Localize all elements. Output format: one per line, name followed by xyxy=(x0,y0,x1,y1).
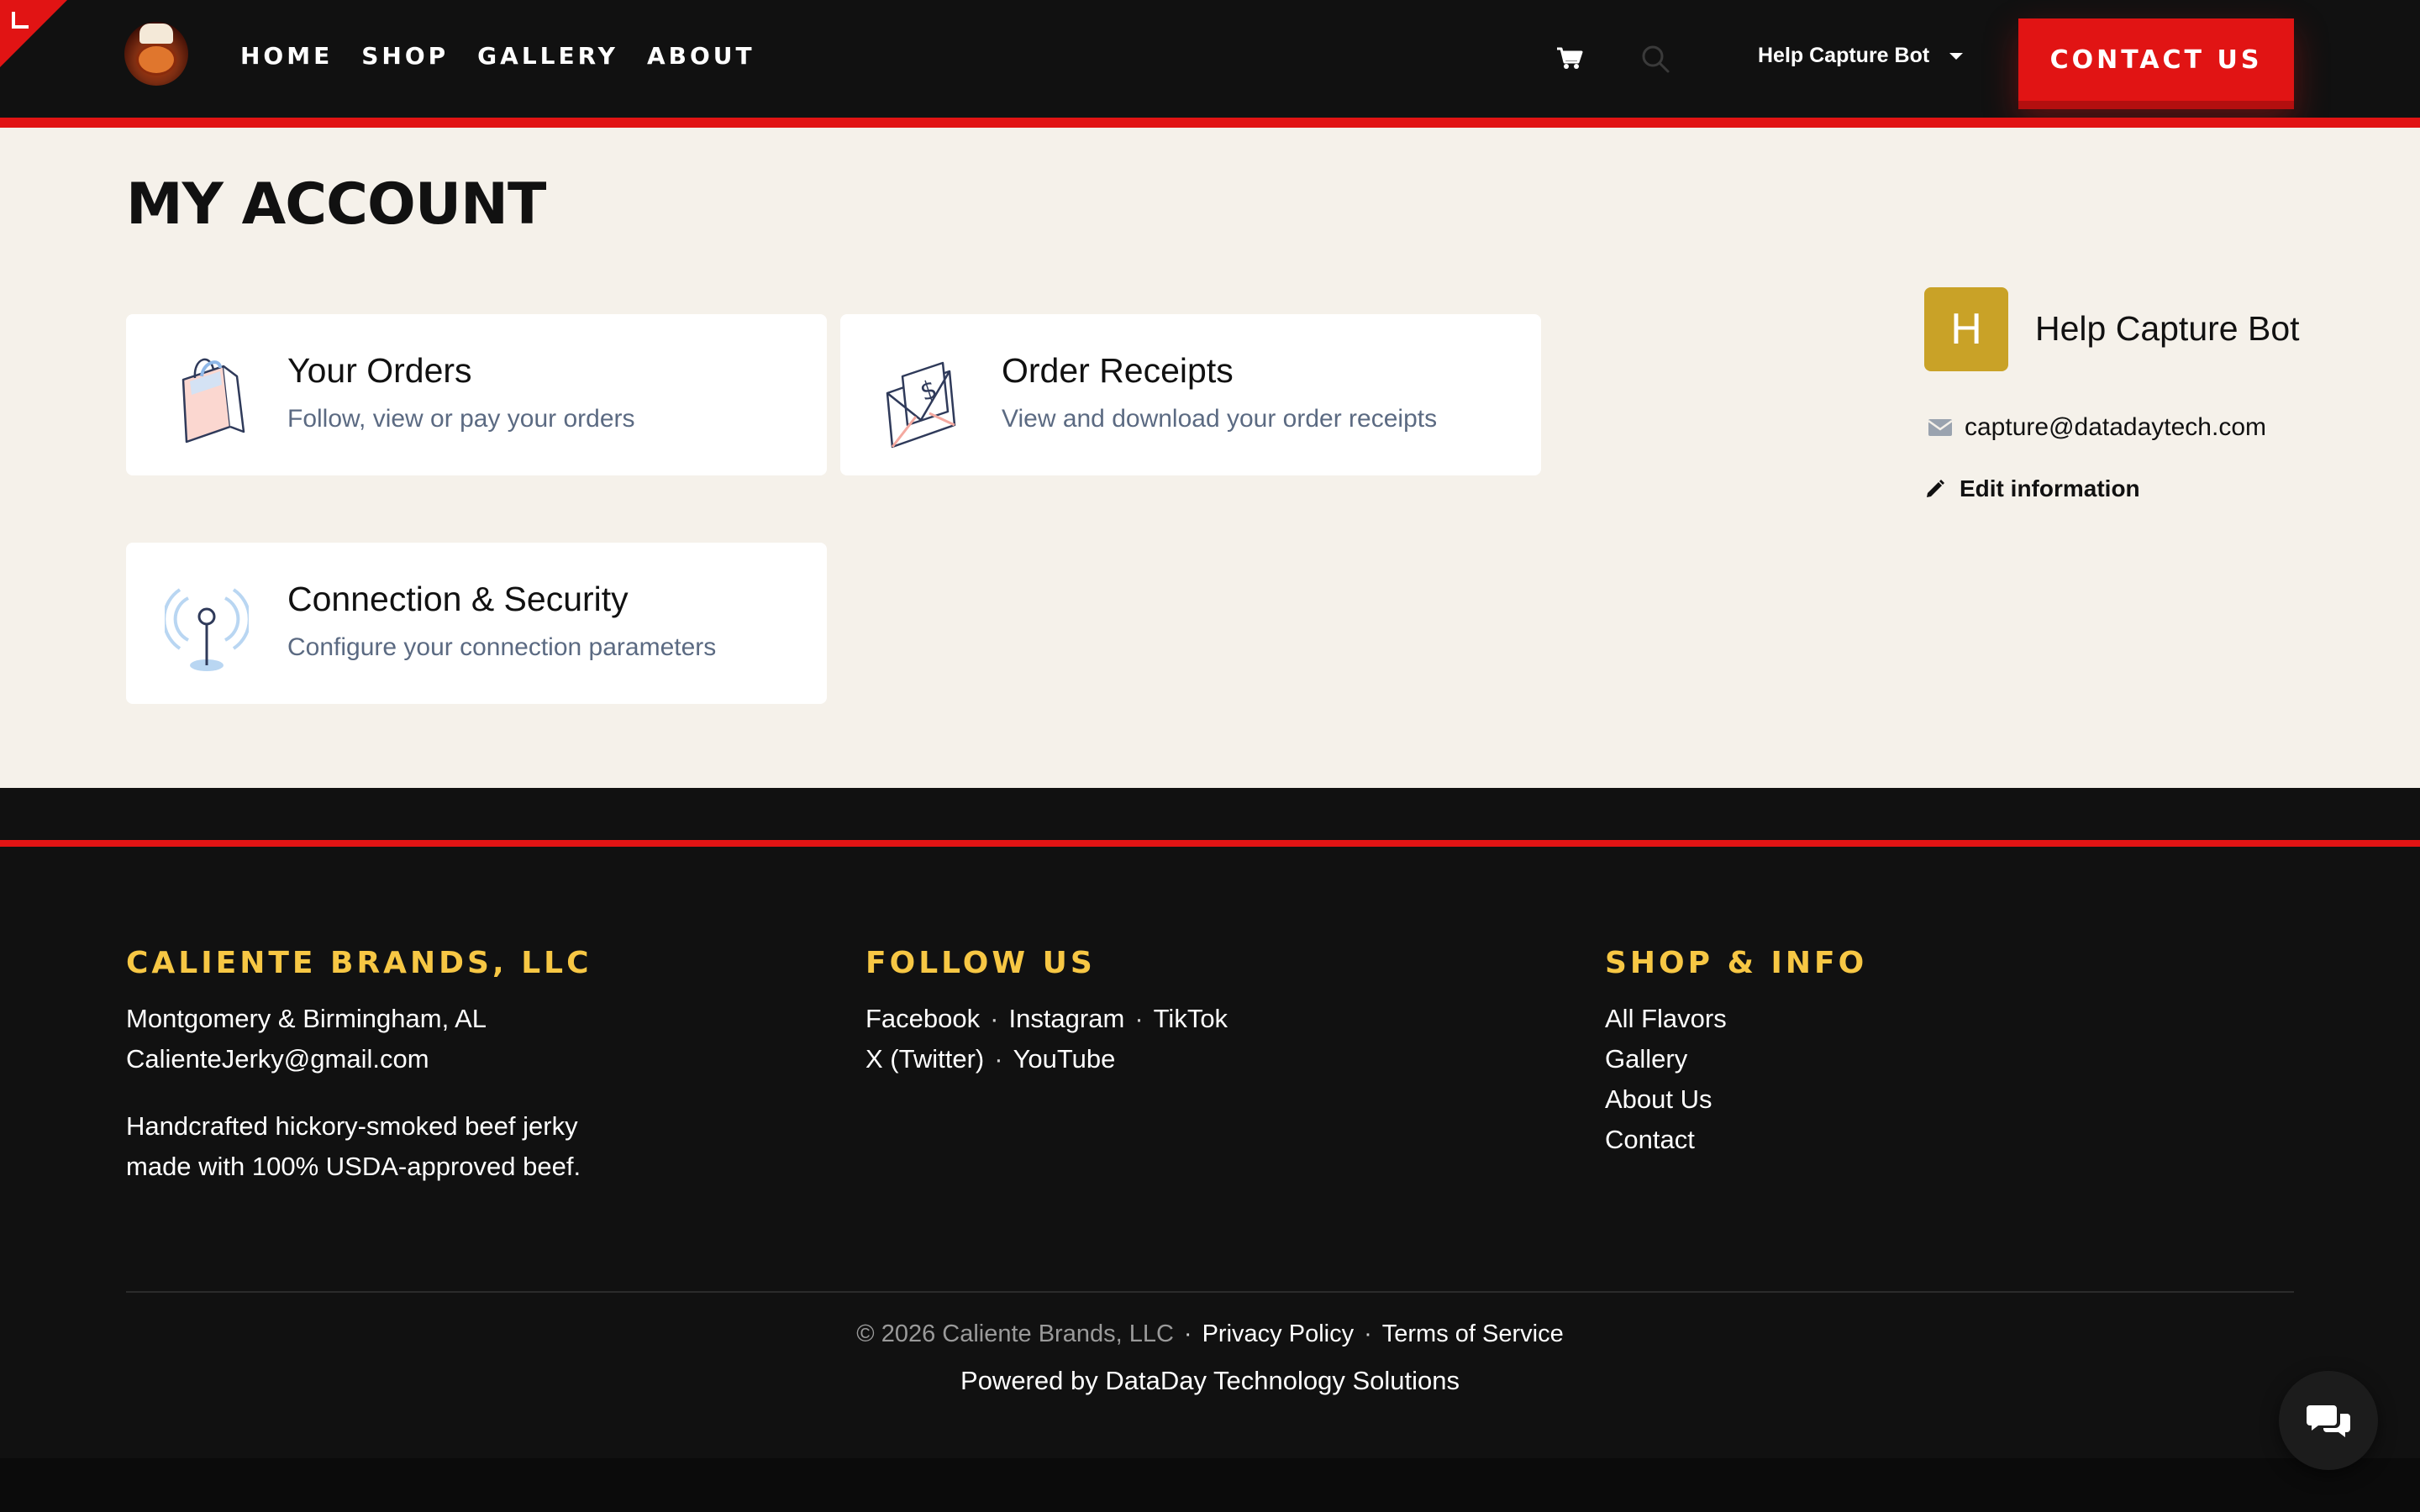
card-connection-security[interactable]: Connection & Security Configure your con… xyxy=(126,543,827,704)
chevron-down-icon xyxy=(1949,52,1964,60)
powered-by-link[interactable]: Powered by DataDay Technology Solutions xyxy=(0,1366,2420,1396)
footer-heading: FOLLOW US xyxy=(865,946,1096,980)
footer-company-column: CALIENTE BRANDS, LLC Montgomery & Birmin… xyxy=(126,946,592,1187)
search-icon[interactable] xyxy=(1640,44,1670,74)
site-footer: CALIENTE BRANDS, LLC Montgomery & Birmin… xyxy=(0,788,2420,1512)
edit-information-label: Edit information xyxy=(1960,475,2140,501)
instagram-link[interactable]: Instagram xyxy=(1008,1004,1124,1033)
profile-email: capture@datadaytech.com xyxy=(1965,413,2266,441)
footer-location: Montgomery & Birmingham, AL xyxy=(126,1004,487,1033)
chat-button[interactable] xyxy=(2279,1371,2378,1470)
main-nav: HOME SHOP GALLERY ABOUT xyxy=(240,42,755,70)
footer-tagline: made with 100% USDA-approved beef. xyxy=(126,1152,581,1181)
card-description: Follow, view or pay your orders xyxy=(287,405,635,433)
terms-of-service-link[interactable]: Terms of Service xyxy=(1382,1320,1564,1347)
edit-information-link[interactable]: Edit information xyxy=(1924,475,2140,502)
footer-email-link[interactable]: CalienteJerky@gmail.com xyxy=(126,1044,429,1074)
antenna-icon xyxy=(165,588,249,671)
about-us-link[interactable]: About Us xyxy=(1605,1084,1712,1114)
shopping-bag-icon xyxy=(182,358,245,444)
footer-heading: CALIENTE BRANDS, LLC xyxy=(126,946,592,980)
card-title: Connection & Security xyxy=(287,580,629,618)
mascot-face-icon xyxy=(136,44,176,76)
chef-hat-icon xyxy=(139,24,173,44)
page-title: MY ACCOUNT xyxy=(126,171,546,238)
footer-divider xyxy=(0,840,2420,847)
contact-link[interactable]: Contact xyxy=(1605,1125,1695,1154)
cart-icon[interactable] xyxy=(1556,47,1583,71)
twitter-link[interactable]: X (Twitter) xyxy=(865,1044,984,1074)
footer-bottom-divider xyxy=(126,1291,2294,1293)
nav-home[interactable]: HOME xyxy=(240,42,333,70)
card-your-orders[interactable]: Your Orders Follow, view or pay your ord… xyxy=(126,314,827,475)
tiktok-link[interactable]: TikTok xyxy=(1154,1004,1228,1033)
receipt-envelope-icon: $ xyxy=(886,361,956,449)
all-flavors-link[interactable]: All Flavors xyxy=(1605,1004,1727,1033)
avatar: H xyxy=(1924,287,2008,371)
youtube-link[interactable]: YouTube xyxy=(1013,1044,1116,1074)
pencil-icon xyxy=(1927,480,1944,497)
footer-shop-column: SHOP & INFO All Flavors Gallery About Us… xyxy=(1605,946,1867,1160)
copyright: © 2026 Caliente Brands, LLC xyxy=(856,1320,1174,1347)
footer-heading: SHOP & INFO xyxy=(1605,946,1868,980)
user-menu-dropdown[interactable]: Help Capture Bot xyxy=(1758,44,1964,68)
footer-tagline: Handcrafted hickory-smoked beef jerky xyxy=(126,1111,578,1141)
site-header: HOME SHOP GALLERY ABOUT Help Capture Bot… xyxy=(0,0,2420,118)
footer-legal: © 2026 Caliente Brands, LLC · Privacy Poli… xyxy=(856,1320,1564,1347)
card-title: Order Receipts xyxy=(1002,351,1234,390)
email-row: capture@datadaytech.com xyxy=(1928,413,2266,442)
card-order-receipts[interactable]: $ Order Receipts View and download your … xyxy=(840,314,1541,475)
privacy-policy-link[interactable]: Privacy Policy xyxy=(1202,1320,1355,1347)
card-title: Your Orders xyxy=(287,351,472,390)
chat-bubbles-icon xyxy=(2307,1405,2350,1437)
nav-shop[interactable]: SHOP xyxy=(361,42,449,70)
facebook-link[interactable]: Facebook xyxy=(865,1004,980,1033)
profile-name: Help Capture Bot xyxy=(2035,309,2300,348)
user-menu-label: Help Capture Bot xyxy=(1758,44,1930,67)
card-description: View and download your order receipts xyxy=(1002,405,1438,433)
corner-ribbon xyxy=(0,0,67,67)
contact-us-button[interactable]: CONTACT US xyxy=(2018,18,2294,109)
footer-follow-column: FOLLOW US Facebook · Instagram · TikTok X (T… xyxy=(865,946,1228,1074)
brand-logo[interactable] xyxy=(124,22,188,86)
gallery-link[interactable]: Gallery xyxy=(1605,1044,1687,1074)
nav-gallery[interactable]: GALLERY xyxy=(477,42,618,70)
header-divider xyxy=(0,118,2420,128)
envelope-icon xyxy=(1928,419,1953,436)
account-main: MY ACCOUNT Your Orders Follow, view or p… xyxy=(0,128,2420,788)
corner-mark-icon xyxy=(12,12,29,29)
card-description: Configure your connection parameters xyxy=(287,633,717,661)
footer-bottom-band xyxy=(0,1458,2420,1512)
nav-about[interactable]: ABOUT xyxy=(647,42,755,70)
